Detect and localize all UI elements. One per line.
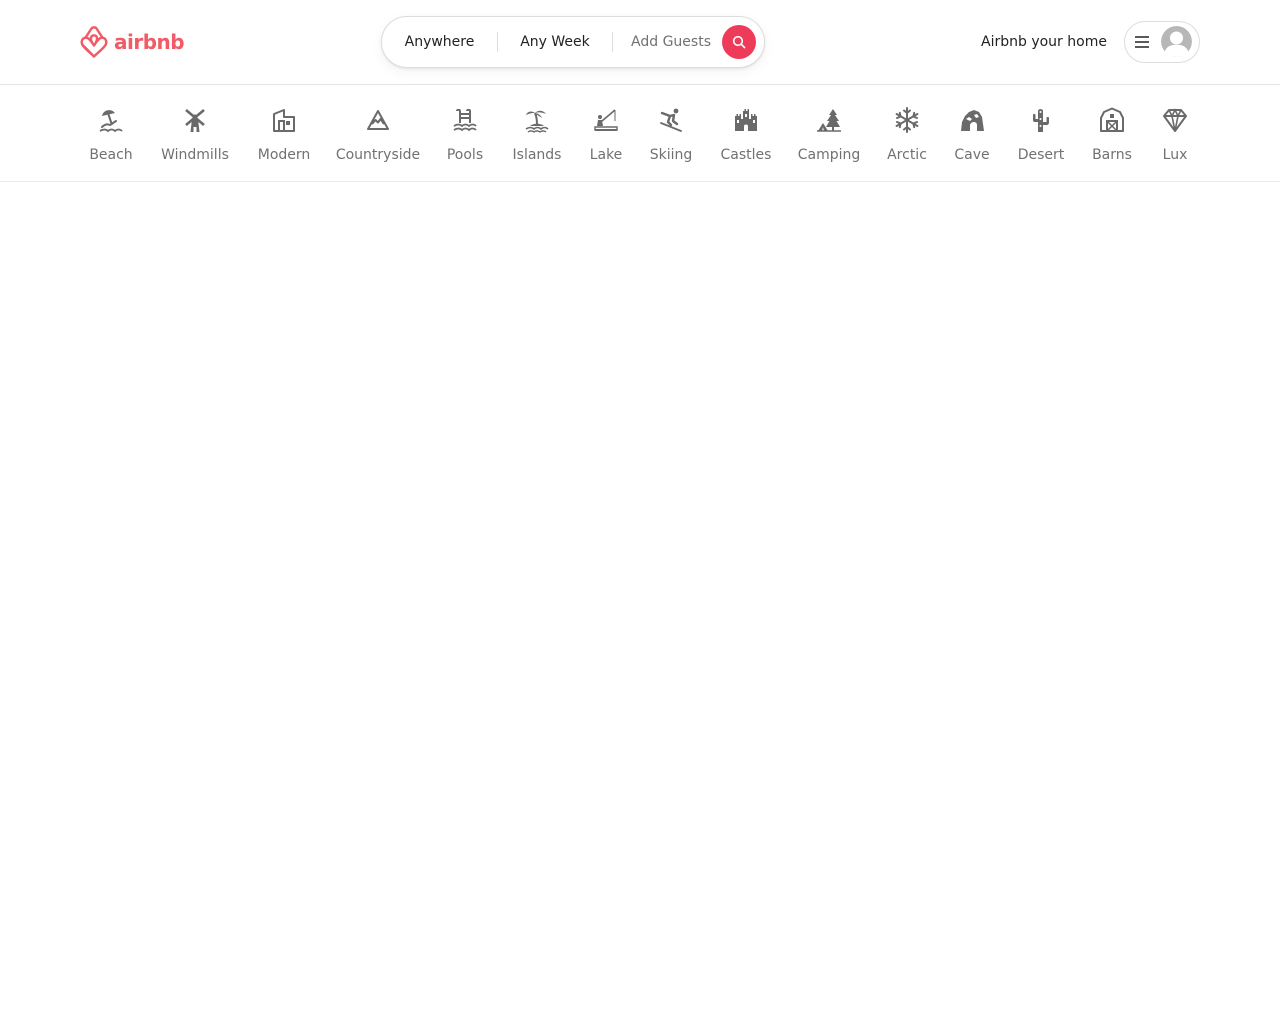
skier-icon bbox=[656, 105, 686, 135]
category-windmills[interactable]: Windmills bbox=[145, 105, 245, 175]
snowflake-icon bbox=[892, 105, 922, 135]
mountain-icon bbox=[363, 105, 393, 135]
airbnb-logo-icon bbox=[80, 26, 108, 58]
category-lux[interactable]: Lux bbox=[1125, 105, 1225, 175]
category-label: Castles bbox=[720, 147, 772, 163]
diamond-icon bbox=[1160, 105, 1190, 135]
tent-tree-icon bbox=[814, 105, 844, 135]
category-label: Islands bbox=[512, 147, 562, 163]
category-label: Lake bbox=[589, 147, 623, 163]
category-label: Countryside bbox=[335, 147, 421, 163]
category-label: Pools bbox=[446, 147, 484, 163]
guests-button[interactable]: Add Guests bbox=[613, 17, 733, 67]
airbnb-logo[interactable]: airbnb bbox=[79, 25, 185, 59]
logo-text: airbnb bbox=[114, 30, 185, 54]
category-label: Lux bbox=[1162, 147, 1188, 163]
location-button[interactable]: Anywhere bbox=[382, 17, 497, 67]
category-label: Cave bbox=[954, 147, 990, 163]
category-label: Windmills bbox=[161, 147, 229, 163]
hamburger-icon bbox=[1135, 36, 1149, 48]
pool-ladder-icon bbox=[450, 105, 480, 135]
cave-icon bbox=[957, 105, 987, 135]
category-label: Modern bbox=[257, 147, 311, 163]
category-label: Skiing bbox=[649, 147, 693, 163]
search-button[interactable] bbox=[722, 25, 756, 59]
windmill-icon bbox=[180, 105, 210, 135]
top-header: airbnb Anywhere Any Week Add Guests Airb… bbox=[0, 0, 1280, 85]
fishing-icon bbox=[591, 105, 621, 135]
user-menu-button[interactable] bbox=[1124, 21, 1200, 63]
category-countryside[interactable]: Countryside bbox=[328, 105, 428, 175]
user-avatar-icon bbox=[1161, 26, 1192, 57]
beach-umbrella-icon bbox=[96, 105, 126, 135]
barn-icon bbox=[1097, 105, 1127, 135]
castle-icon bbox=[731, 105, 761, 135]
category-modern[interactable]: Modern bbox=[234, 105, 334, 175]
modern-building-icon bbox=[269, 105, 299, 135]
category-label: Camping bbox=[797, 147, 861, 163]
category-label: Desert bbox=[1017, 147, 1065, 163]
cactus-icon bbox=[1026, 105, 1056, 135]
category-label: Arctic bbox=[887, 147, 927, 163]
category-label: Beach bbox=[89, 147, 133, 163]
search-icon bbox=[732, 35, 746, 49]
palm-island-icon bbox=[522, 105, 552, 135]
category-bar: Beach Windmills Modern Countryside Pools… bbox=[0, 85, 1280, 182]
search-bar: Anywhere Any Week Add Guests bbox=[381, 16, 765, 68]
avatar bbox=[1161, 26, 1192, 57]
airbnb-your-home-link[interactable]: Airbnb your home bbox=[966, 26, 1122, 58]
dates-button[interactable]: Any Week bbox=[498, 17, 612, 67]
